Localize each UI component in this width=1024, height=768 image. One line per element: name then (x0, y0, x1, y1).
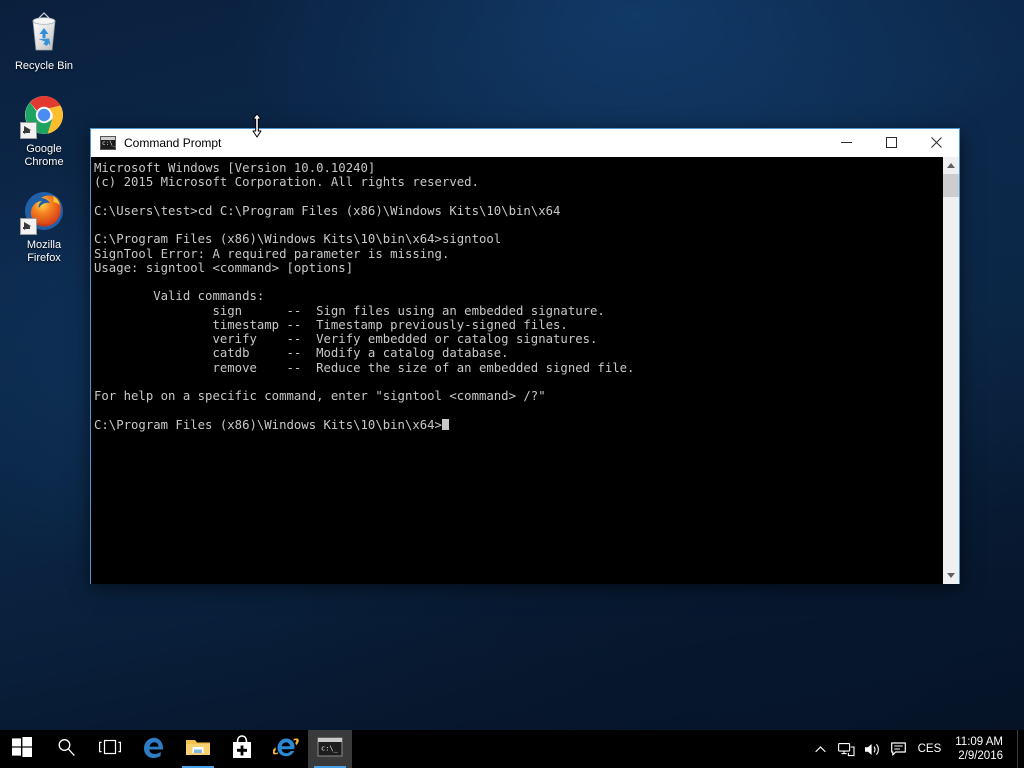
shortcut-overlay-icon (20, 122, 37, 139)
action-center-icon[interactable] (886, 730, 912, 768)
clock[interactable]: 11:09 AM 2/9/2016 (951, 730, 1017, 768)
taskbar[interactable]: c:\_ (0, 730, 1024, 768)
desktop-icon-label: Recycle Bin (0, 60, 88, 73)
window-title-bar[interactable]: Command Prompt (91, 129, 959, 157)
window-controls (824, 129, 959, 156)
show-desktop-button[interactable] (1017, 730, 1024, 768)
taskbar-start-button[interactable] (0, 730, 44, 768)
clock-date: 2/9/2016 (955, 749, 1003, 763)
scrollbar-thumb[interactable] (943, 174, 959, 197)
folder-icon (185, 736, 211, 763)
taskbar-search-button[interactable] (44, 730, 88, 768)
search-icon (56, 737, 76, 762)
scroll-up-icon[interactable] (943, 157, 959, 174)
windows-logo-icon (12, 737, 32, 762)
shortcut-overlay-icon (20, 218, 37, 235)
desktop-icon-label-line2: Firefox (27, 252, 61, 264)
desktop-icon-label-line1: Mozilla (27, 239, 61, 251)
maximize-button[interactable] (869, 129, 914, 156)
store-icon (231, 735, 253, 764)
close-button[interactable] (914, 129, 959, 156)
taskbar-command-prompt[interactable]: c:\_ (308, 730, 352, 768)
task-view-icon (98, 738, 122, 761)
console-output[interactable]: Microsoft Windows [Version 10.0.10240] (… (91, 157, 943, 584)
desktop-icon-mozilla-firefox[interactable]: MozillaFirefox (0, 187, 88, 265)
scroll-down-icon[interactable] (943, 567, 959, 584)
taskbar-internet-explorer[interactable] (264, 730, 308, 768)
system-tray: CES 11:09 AM 2/9/2016 (808, 730, 1024, 768)
desktop-icon-label-line2: Chrome (24, 156, 63, 168)
internet-explorer-icon (273, 734, 299, 765)
window-title: Command Prompt (124, 136, 221, 150)
taskbar-task-view-button[interactable] (88, 730, 132, 768)
console-icon: c:\_ (317, 737, 343, 762)
chrome-icon (20, 91, 68, 139)
firefox-icon (20, 187, 68, 235)
network-icon[interactable] (834, 730, 860, 768)
taskbar-microsoft-edge[interactable] (132, 730, 176, 768)
edge-icon (141, 734, 167, 765)
chevron-up-icon[interactable] (808, 730, 834, 768)
desktop[interactable]: Recycle Bin GoogleChrome (0, 0, 1024, 768)
desktop-icon-label: GoogleChrome (0, 143, 88, 169)
desktop-icon-recycle-bin[interactable]: Recycle Bin (0, 8, 88, 73)
console-cursor (442, 419, 449, 430)
taskbar-microsoft-store[interactable] (220, 730, 264, 768)
console-icon (100, 136, 116, 150)
console-body[interactable]: Microsoft Windows [Version 10.0.10240] (… (91, 157, 959, 584)
language-indicator[interactable]: CES (912, 730, 952, 768)
command-prompt-window[interactable]: Command Prompt Microsoft Windows [Versio… (90, 128, 960, 584)
desktop-icon-list: Recycle Bin GoogleChrome (0, 8, 88, 283)
clock-time: 11:09 AM (955, 735, 1003, 749)
svg-text:c:\_: c:\_ (321, 744, 339, 752)
recycle-bin-icon (20, 8, 68, 56)
desktop-icon-google-chrome[interactable]: GoogleChrome (0, 91, 88, 169)
desktop-icon-label-line1: Google (26, 143, 61, 155)
console-scrollbar[interactable] (943, 157, 959, 584)
volume-icon[interactable] (860, 730, 886, 768)
minimize-button[interactable] (824, 129, 869, 156)
taskbar-file-explorer[interactable] (176, 730, 220, 768)
desktop-icon-label: MozillaFirefox (0, 239, 88, 265)
